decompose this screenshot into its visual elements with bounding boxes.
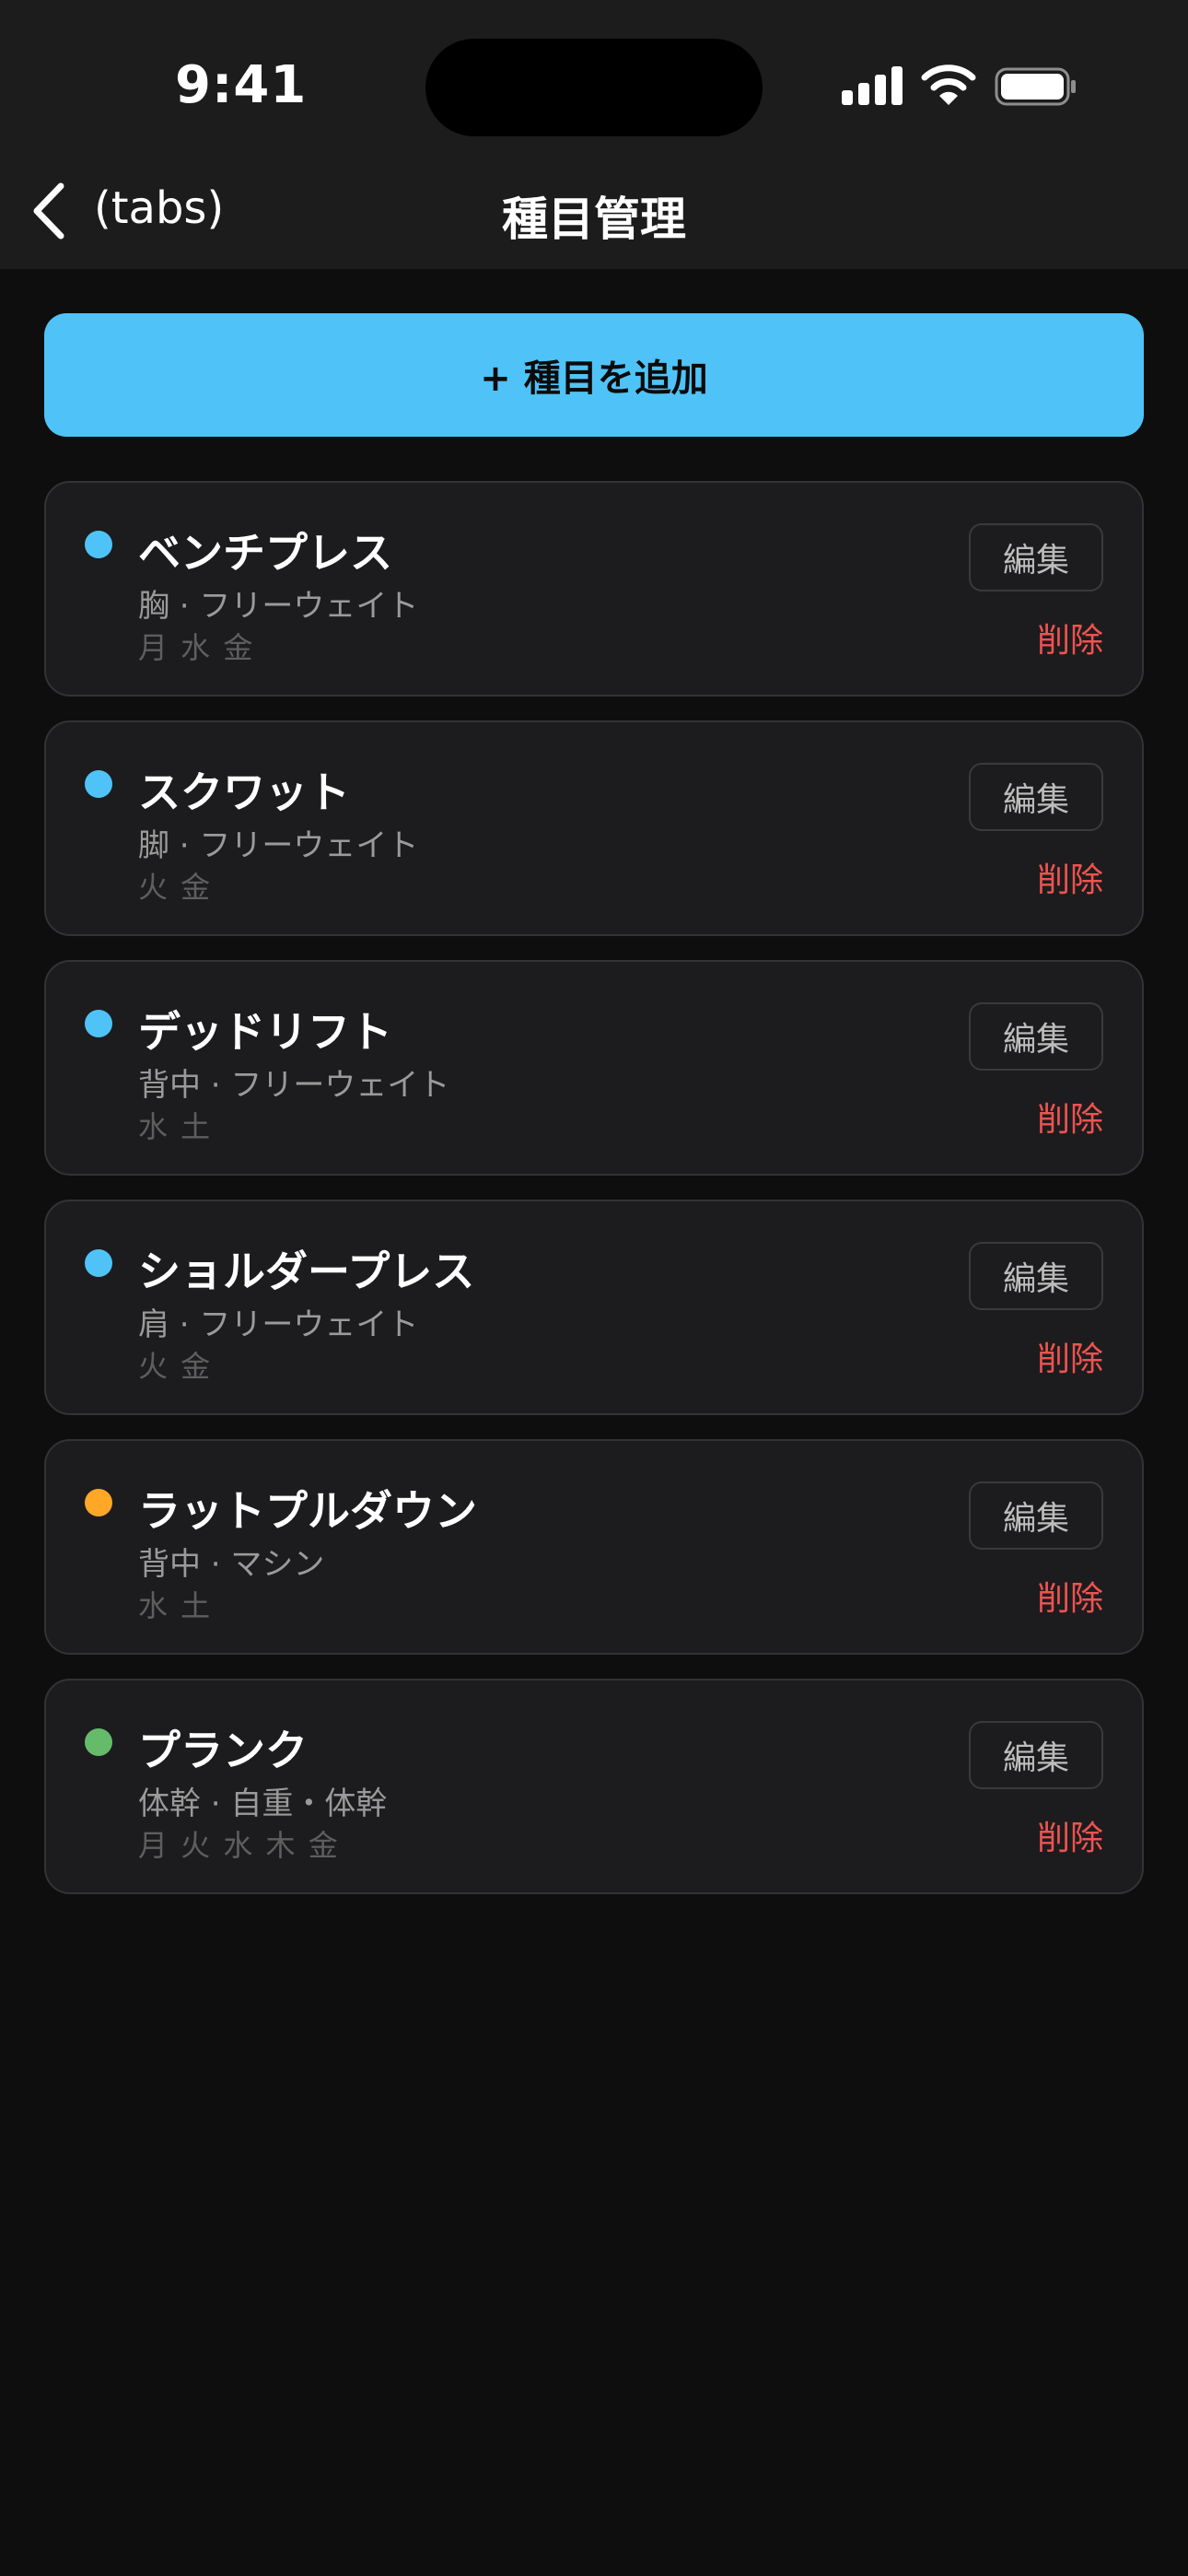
exercise-name: プランク	[138, 1726, 308, 1775]
exercise-name: ショルダープレス	[138, 1247, 475, 1296]
status-time: 9:41	[175, 55, 308, 115]
delete-button[interactable]: 削除	[1037, 1332, 1103, 1380]
exercise-name: スクワット	[138, 767, 350, 817]
exercise-days: 火 金	[138, 1349, 213, 1384]
exercise-name: ラットプルダウン	[138, 1486, 477, 1536]
edit-button[interactable]: 編集	[969, 763, 1103, 831]
exercise-name: ベンチプレス	[138, 528, 392, 578]
delete-button[interactable]: 削除	[1037, 1572, 1103, 1620]
exercise-card: デッドリフト 背中 · フリーウェイト 水 土 編集 削除	[44, 960, 1144, 1176]
exercise-days: 月 火 水 木 金	[138, 1828, 340, 1863]
add-exercise-button[interactable]: + 種目を追加	[44, 313, 1144, 437]
exercise-meta: 肩 · フリーウェイト	[138, 1306, 419, 1343]
edit-button[interactable]: 編集	[969, 1002, 1103, 1071]
exercise-card: プランク 体幹 · 自重・体幹 月 火 水 木 金 編集 削除	[44, 1679, 1144, 1894]
exercise-meta: 背中 · マシン	[138, 1546, 325, 1583]
exercise-meta: 背中 · フリーウェイト	[138, 1067, 450, 1104]
delete-button[interactable]: 削除	[1037, 614, 1103, 662]
delete-button[interactable]: 削除	[1037, 853, 1103, 901]
category-dot	[85, 531, 112, 558]
category-dot	[85, 770, 112, 798]
edit-button[interactable]: 編集	[969, 1481, 1103, 1550]
exercise-days: 火 金	[138, 870, 213, 905]
exercise-meta: 体幹 · 自重・体幹	[138, 1786, 388, 1822]
exercise-list: ベンチプレス 胸 · フリーウェイト 月 水 金 編集 削除 スクワット 脚 ·…	[44, 481, 1144, 1918]
delete-button[interactable]: 削除	[1037, 1811, 1103, 1859]
exercise-card: ラットプルダウン 背中 · マシン 水 土 編集 削除	[44, 1439, 1144, 1655]
category-dot	[85, 1010, 112, 1037]
cellular-signal-icon	[842, 66, 903, 105]
category-dot	[85, 1728, 112, 1756]
exercise-card: ショルダープレス 肩 · フリーウェイト 火 金 編集 削除	[44, 1200, 1144, 1415]
exercise-days: 水 土	[138, 1109, 213, 1144]
edit-button[interactable]: 編集	[969, 1242, 1103, 1310]
exercise-name: デッドリフト	[138, 1007, 392, 1057]
exercise-days: 水 土	[138, 1588, 213, 1623]
exercise-days: 月 水 金	[138, 630, 255, 665]
dynamic-island	[425, 39, 763, 136]
exercise-meta: 胸 · フリーウェイト	[138, 588, 419, 625]
category-dot	[85, 1249, 112, 1277]
battery-icon	[995, 67, 1076, 106]
top-bar: 9:41 (tabs) 種目管理	[0, 0, 1188, 269]
delete-button[interactable]: 削除	[1037, 1093, 1103, 1141]
exercise-meta: 脚 · フリーウェイト	[138, 827, 419, 864]
back-button-label[interactable]: (tabs)	[94, 182, 224, 234]
edit-button[interactable]: 編集	[969, 523, 1103, 591]
chevron-left-icon[interactable]	[28, 181, 74, 241]
exercise-card: スクワット 脚 · フリーウェイト 火 金 編集 削除	[44, 720, 1144, 936]
exercise-card: ベンチプレス 胸 · フリーウェイト 月 水 金 編集 削除	[44, 481, 1144, 697]
wifi-icon	[921, 64, 976, 105]
category-dot	[85, 1489, 112, 1516]
edit-button[interactable]: 編集	[969, 1721, 1103, 1789]
